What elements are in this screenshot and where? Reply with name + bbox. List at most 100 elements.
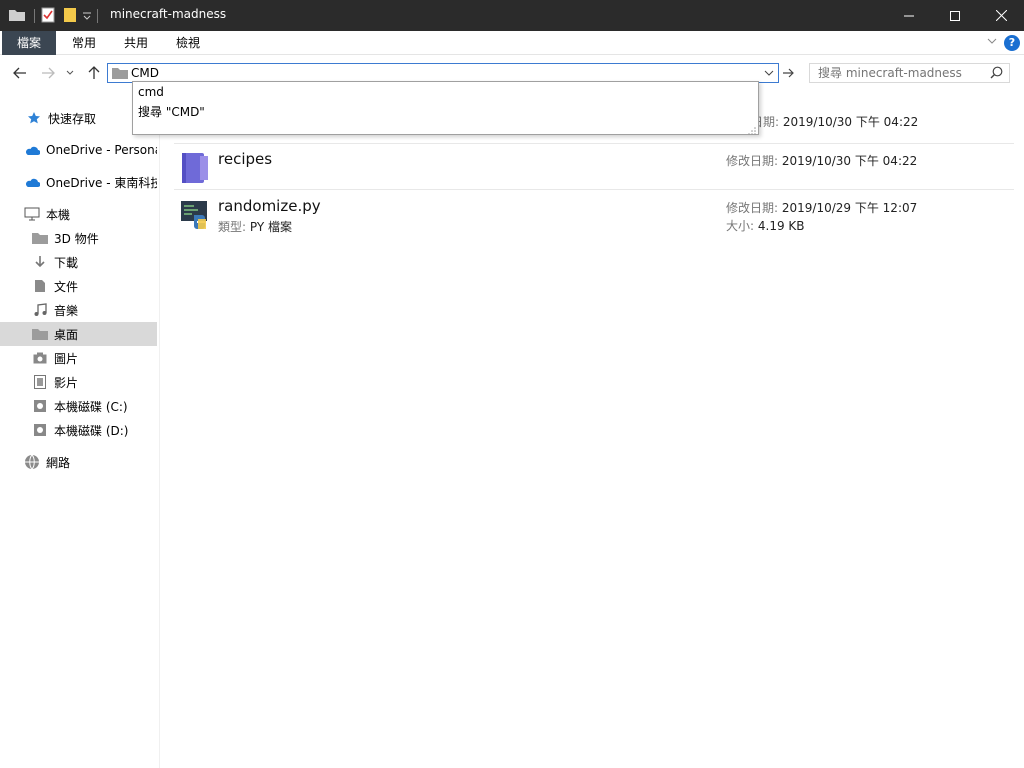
sidebar-item-onedrive-business[interactable]: OneDrive - 東南科技: [0, 170, 157, 194]
modified-value: 2019/10/30 下午 04:22: [781, 154, 918, 168]
ribbon-tabs: 檔案 常用 共用 檢視 ?: [0, 31, 1024, 55]
sidebar-item-label: 網路: [46, 455, 71, 470]
sidebar-item-documents[interactable]: 文件: [0, 274, 157, 298]
folder-3d-icon: [32, 230, 48, 246]
sidebar-item-label: OneDrive - 東南科技: [46, 175, 157, 190]
list-item[interactable]: recipes 修改日期: 2019/10/30 下午 04:22: [174, 144, 1014, 190]
cloud-icon: [24, 174, 40, 190]
drive-icon: [32, 398, 48, 414]
back-arrow-icon: [13, 67, 26, 79]
sidebar-item-label: 本機: [46, 207, 71, 222]
modified-value: 2019/10/30 下午 04:22: [782, 115, 919, 129]
close-icon: [995, 10, 1007, 21]
sidebar-item-label: OneDrive - Personal: [46, 143, 157, 157]
sidebar-item-drive-c[interactable]: 本機磁碟 (C:): [0, 394, 157, 418]
sidebar-item-desktop[interactable]: 桌面: [0, 322, 157, 346]
up-button[interactable]: [84, 64, 104, 82]
file-list: 日期: 2019/10/30 下午 04:22 recipes 修改日期: 20…: [160, 90, 1024, 768]
address-input[interactable]: [131, 65, 751, 81]
sidebar-item-label: 文件: [54, 279, 79, 294]
back-button[interactable]: [10, 64, 30, 82]
resize-grip-icon[interactable]: [748, 124, 756, 135]
tab-view[interactable]: 檢視: [162, 31, 214, 55]
up-arrow-icon: [88, 66, 100, 79]
file-name: recipes: [218, 150, 273, 168]
customize-toolbar-icon[interactable]: [83, 9, 91, 23]
folder-icon: [112, 67, 128, 82]
chevron-down-icon: [66, 70, 74, 75]
tab-share[interactable]: 共用: [110, 31, 162, 55]
close-button[interactable]: [978, 0, 1024, 31]
title-bar: minecraft-madness: [0, 0, 1024, 31]
sidebar-item-pictures[interactable]: 圖片: [0, 346, 157, 370]
python-file-icon: [180, 197, 210, 231]
sidebar-item-music[interactable]: 音樂: [0, 298, 157, 322]
forward-button[interactable]: [38, 64, 58, 82]
film-icon: [32, 374, 48, 390]
sidebar-item-label: 3D 物件: [54, 231, 99, 246]
help-icon[interactable]: ?: [1004, 35, 1020, 51]
sidebar-item-label: 音樂: [54, 303, 79, 318]
sidebar-item-label: 快速存取: [48, 111, 97, 126]
suggestion-item[interactable]: 搜尋 "CMD": [138, 103, 205, 120]
recent-locations-button[interactable]: [63, 64, 77, 82]
new-folder-icon[interactable]: [63, 7, 77, 26]
search-box[interactable]: [809, 63, 1010, 83]
sidebar-item-label: 桌面: [54, 327, 79, 342]
drive-icon: [32, 422, 48, 438]
properties-icon[interactable]: [41, 7, 55, 26]
search-icon[interactable]: [990, 66, 1003, 82]
sidebar-item-3d-objects[interactable]: 3D 物件: [0, 226, 157, 250]
address-bar[interactable]: [107, 63, 779, 83]
quick-access-toolbar: [8, 7, 98, 25]
tab-file[interactable]: 檔案: [2, 31, 56, 55]
desktop-icon: [32, 326, 48, 342]
minimize-icon: [904, 15, 914, 16]
minimize-button[interactable]: [886, 0, 932, 31]
sidebar-item-label: 圖片: [54, 351, 79, 366]
type-value: PY 檔案: [249, 220, 292, 234]
modified-value: 2019/10/29 下午 12:07: [781, 201, 918, 215]
type-label: 類型:: [218, 220, 247, 234]
search-input[interactable]: [818, 65, 983, 81]
folder-icon: [8, 8, 26, 25]
sidebar-item-drive-d[interactable]: 本機磁碟 (D:): [0, 418, 157, 442]
sidebar-item-label: 影片: [54, 375, 79, 390]
expand-ribbon-icon[interactable]: [986, 35, 998, 50]
address-suggestions: cmd 搜尋 "CMD": [132, 81, 759, 135]
suggestion-item[interactable]: cmd: [138, 85, 164, 99]
sidebar-item-label: 本機磁碟 (D:): [54, 423, 129, 438]
download-icon: [32, 254, 48, 270]
music-icon: [32, 302, 48, 318]
list-item[interactable]: randomize.py 類型: PY 檔案 修改日期: 2019/10/29 …: [174, 191, 1014, 237]
cloud-icon: [24, 142, 40, 158]
window-title: minecraft-madness: [110, 7, 227, 21]
sidebar-item-onedrive-personal[interactable]: OneDrive - Personal: [0, 138, 157, 162]
modified-label: 修改日期:: [726, 154, 779, 168]
sidebar-item-downloads[interactable]: 下載: [0, 250, 157, 274]
modified-label: 修改日期:: [726, 201, 779, 215]
sidebar-item-network[interactable]: 網路: [0, 450, 157, 474]
size-label: 大小:: [726, 219, 755, 233]
maximize-icon: [950, 10, 960, 21]
star-icon: [26, 110, 42, 126]
maximize-button[interactable]: [932, 0, 978, 31]
sidebar-item-videos[interactable]: 影片: [0, 370, 157, 394]
camera-icon: [32, 350, 48, 366]
navigation-pane: 快速存取 OneDrive - Personal OneDrive - 東南科技…: [0, 90, 160, 768]
forward-arrow-icon: [42, 67, 55, 79]
computer-icon: [24, 206, 40, 222]
address-history-button[interactable]: [763, 66, 775, 83]
tab-home[interactable]: 常用: [58, 31, 110, 55]
size-value: 4.19 KB: [757, 219, 805, 233]
sidebar-item-label: 本機磁碟 (C:): [54, 399, 128, 414]
document-icon: [32, 278, 48, 294]
chevron-down-icon: [764, 70, 774, 76]
sidebar-item-this-pc[interactable]: 本機: [0, 202, 157, 226]
notebook-icon: [180, 150, 210, 184]
sidebar-item-label: 下載: [54, 255, 79, 270]
go-arrow-icon: [783, 68, 794, 78]
file-name: randomize.py: [218, 197, 321, 215]
go-button[interactable]: [781, 63, 797, 83]
network-icon: [24, 454, 40, 470]
